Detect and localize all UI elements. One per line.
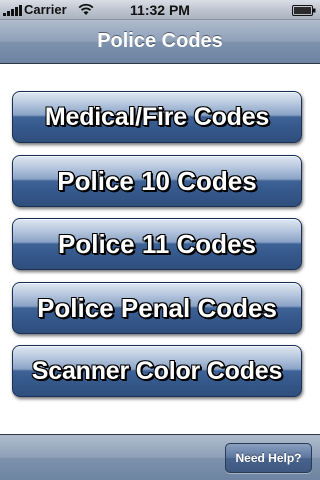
police-10-codes-button[interactable]: Police 10 Codes [12,155,302,207]
police-penal-codes-button[interactable]: Police Penal Codes [12,282,302,334]
bottom-toolbar: Need Help? [0,434,320,480]
navigation-bar: Police Codes [0,20,320,64]
battery-icon [292,5,316,16]
need-help-button[interactable]: Need Help? [225,443,312,473]
medical-fire-codes-button[interactable]: Medical/Fire Codes [12,91,302,143]
police-11-codes-button[interactable]: Police 11 Codes [12,218,302,270]
status-bar: Carrier 11:32 PM [0,0,320,20]
main-content: Medical/Fire Codes Police 10 Codes Polic… [0,64,320,434]
menu-button-label: Police 11 Codes [58,229,256,259]
menu-button-label: Scanner Color Codes [31,357,283,385]
scanner-color-codes-button[interactable]: Scanner Color Codes [12,345,302,397]
menu-button-label: Police 10 Codes [57,166,257,196]
menu-button-label: Medical/Fire Codes [44,103,270,131]
menu-button-label: Police Penal Codes [37,293,277,323]
status-time: 11:32 PM [130,2,190,18]
page-title: Police Codes [97,30,223,52]
